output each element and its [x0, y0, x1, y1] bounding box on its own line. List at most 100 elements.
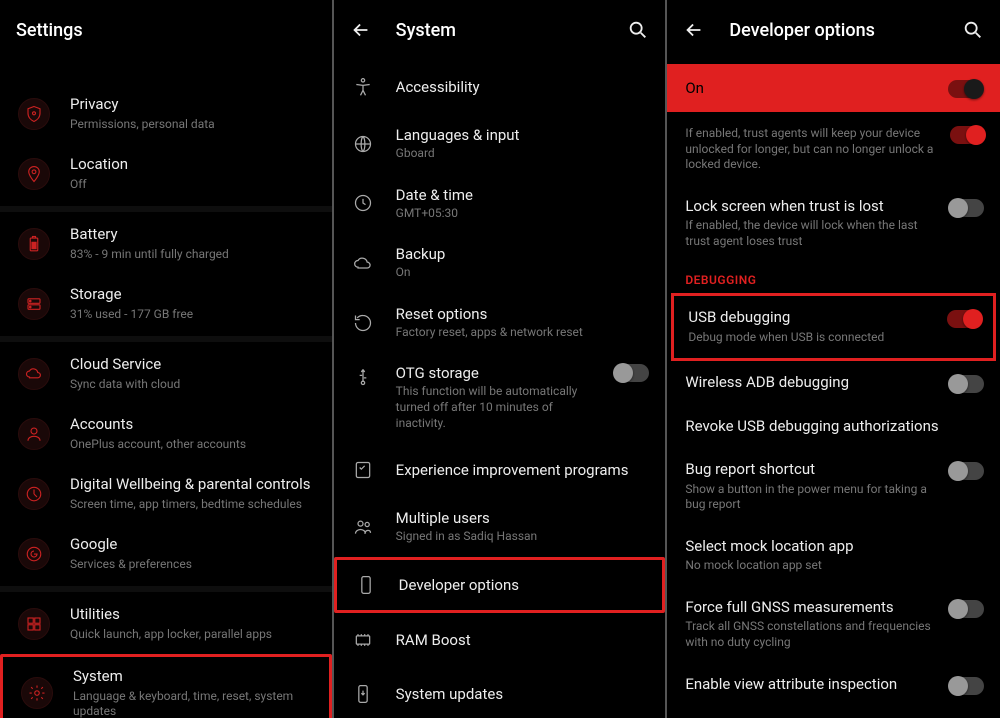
back-button[interactable]	[350, 19, 372, 41]
system-item-reset[interactable]: Reset optionsFactory reset, apps & netwo…	[334, 293, 666, 353]
dev-item-gnss[interactable]: Force full GNSS measurements Track all G…	[667, 586, 1000, 663]
developer-panel: Developer options On If enabled, trust a…	[667, 0, 1000, 718]
system-panel: System Accessibility Languages & inputGb…	[334, 0, 666, 718]
label: Wireless ADB debugging	[685, 373, 936, 393]
dev-item-trust-agents[interactable]: If enabled, trust agents will keep your …	[667, 112, 1000, 185]
dev-item-wireless-adb[interactable]: Wireless ADB debugging	[667, 361, 1000, 405]
label: USB debugging	[688, 308, 933, 328]
usb-toggle[interactable]	[947, 310, 981, 328]
label: Lock screen when trust is lost	[685, 197, 936, 217]
sub: If enabled, trust agents will keep your …	[685, 126, 936, 173]
utilities-icon	[18, 608, 50, 640]
search-button[interactable]	[962, 19, 984, 41]
bugreport-toggle[interactable]	[950, 462, 984, 480]
settings-panel: Settings Privacy Permissions, personal da…	[0, 0, 332, 718]
update-icon	[352, 683, 374, 705]
system-item-languages[interactable]: Languages & inputGboard	[334, 114, 666, 174]
dev-item-viewattr[interactable]: Enable view attribute inspection	[667, 663, 1000, 707]
users-icon	[352, 516, 374, 538]
settings-item-system[interactable]: SystemLanguage & keyboard, time, reset, …	[0, 654, 332, 718]
system-item-ramboost[interactable]: RAM Boost	[334, 613, 666, 667]
label: Force full GNSS measurements	[685, 598, 936, 618]
sub: This function will be automatically turn…	[396, 384, 594, 431]
settings-item-battery[interactable]: Battery83% - 9 min until fully charged	[0, 214, 332, 274]
sub: No mock location app set	[685, 558, 984, 574]
globe-icon	[352, 133, 374, 155]
settings-item-privacy[interactable]: Privacy Permissions, personal data	[0, 84, 332, 144]
sub: GMT+05:30	[396, 206, 650, 222]
lock-toggle[interactable]	[950, 199, 984, 217]
otg-toggle[interactable]	[615, 364, 649, 382]
dev-item-bugreport[interactable]: Bug report shortcut Show a button in the…	[667, 448, 1000, 525]
usb-icon	[352, 366, 374, 388]
settings-item-cloud[interactable]: Cloud Service Sync data with cloud	[0, 344, 332, 404]
label: Date & time	[396, 186, 650, 204]
dev-item-usb-debugging[interactable]: USB debugging Debug mode when USB is con…	[674, 296, 993, 357]
system-item-experience[interactable]: Experience improvement programs	[334, 443, 666, 497]
settings-item-google[interactable]: GoogleServices & preferences	[0, 524, 332, 584]
cloud-icon	[18, 358, 50, 390]
sub: Sync data with cloud	[70, 377, 316, 393]
sub: Off	[70, 177, 316, 193]
system-item-datetime[interactable]: Date & time GMT+05:30	[334, 174, 666, 234]
sub: Track all GNSS constellations and freque…	[685, 619, 936, 650]
label: System	[73, 667, 313, 687]
label: Experience improvement programs	[396, 461, 650, 479]
settings-list: Privacy Permissions, personal data Locati…	[0, 84, 332, 718]
sub: OnePlus account, other accounts	[70, 437, 316, 453]
dev-item-revoke[interactable]: Revoke USB debugging authorizations	[667, 405, 1000, 449]
ram-icon	[352, 629, 374, 651]
wireless-toggle[interactable]	[950, 375, 984, 393]
settings-item-location[interactable]: LocationOff	[0, 144, 332, 204]
label: Cloud Service	[70, 355, 316, 375]
label: Reset options	[396, 305, 650, 323]
battery-icon	[18, 228, 50, 260]
label: OTG storage	[396, 364, 594, 382]
system-item-backup[interactable]: BackupOn	[334, 233, 666, 293]
back-button[interactable]	[683, 19, 705, 41]
dev-item-lockscreen[interactable]: Lock screen when trust is lost If enable…	[667, 185, 1000, 262]
label: Select mock location app	[685, 537, 984, 557]
shield-icon	[18, 98, 50, 130]
clock-icon	[352, 192, 374, 214]
sub: Debug mode when USB is connected	[688, 330, 933, 346]
dev-item-debugapp[interactable]: Select debug app No debug application se…	[667, 707, 1000, 718]
trust-toggle[interactable]	[950, 126, 984, 144]
system-item-devoptions[interactable]: Developer options	[334, 557, 666, 613]
sub: Permissions, personal data	[70, 117, 316, 133]
header: System	[334, 0, 666, 60]
location-icon	[18, 158, 50, 190]
settings-item-storage[interactable]: Storage31% used - 177 GB free	[0, 274, 332, 334]
label: Backup	[396, 245, 650, 263]
checklist-icon	[352, 459, 374, 481]
label: Storage	[70, 285, 316, 305]
label: Multiple users	[396, 509, 650, 527]
system-list: Accessibility Languages & inputGboard Da…	[334, 60, 666, 718]
label: Utilities	[70, 605, 316, 625]
sub: Screen time, app timers, bedtime schedul…	[70, 497, 316, 513]
dev-item-mocklocation[interactable]: Select mock location app No mock locatio…	[667, 525, 1000, 586]
label: Accounts	[70, 415, 316, 435]
developer-on-toggle[interactable]	[948, 80, 982, 98]
accessibility-icon	[352, 76, 374, 98]
settings-item-wellbeing[interactable]: Digital Wellbeing & parental controlsScr…	[0, 464, 332, 524]
system-item-otg[interactable]: OTG storage This function will be automat…	[334, 352, 666, 443]
label: System updates	[396, 685, 650, 703]
label: Privacy	[70, 95, 316, 115]
system-item-updates[interactable]: System updates	[334, 667, 666, 718]
google-icon	[18, 538, 50, 570]
page-title: Settings	[16, 20, 316, 41]
header: Developer options	[667, 0, 1000, 60]
settings-item-accounts[interactable]: Accounts OnePlus account, other accounts	[0, 404, 332, 464]
page-title: Developer options	[729, 20, 938, 41]
wellbeing-icon	[18, 478, 50, 510]
sub: Services & preferences	[70, 557, 316, 573]
viewattr-toggle[interactable]	[950, 677, 984, 695]
settings-item-utilities[interactable]: UtilitiesQuick launch, app locker, paral…	[0, 594, 332, 654]
label: Battery	[70, 225, 316, 245]
search-button[interactable]	[627, 19, 649, 41]
system-item-multiusers[interactable]: Multiple usersSigned in as Sadiq Hassan	[334, 497, 666, 557]
gnss-toggle[interactable]	[950, 600, 984, 618]
system-item-accessibility[interactable]: Accessibility	[334, 60, 666, 114]
label: Enable view attribute inspection	[685, 675, 936, 695]
